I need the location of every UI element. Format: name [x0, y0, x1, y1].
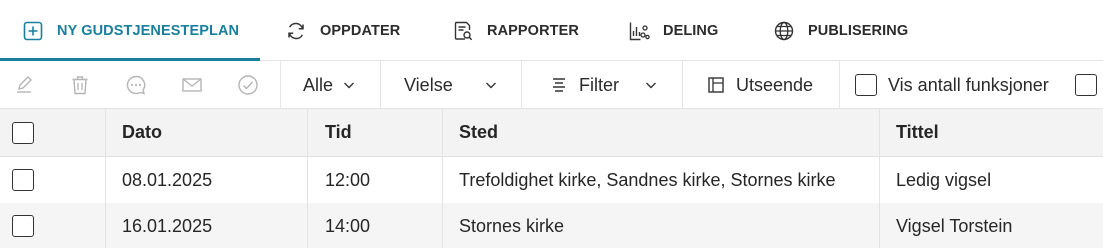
chevron-down-icon[interactable] — [343, 79, 355, 91]
column-header-sted[interactable]: Sted — [459, 109, 498, 156]
cell-tid: 12:00 — [325, 169, 371, 190]
divider — [380, 61, 381, 109]
divider — [280, 61, 281, 109]
show-count-checkbox[interactable] — [855, 74, 877, 96]
filter-label: Filter — [579, 74, 619, 95]
cell-tid: 14:00 — [325, 215, 371, 236]
comment-icon[interactable] — [124, 73, 148, 97]
layout-icon — [704, 73, 728, 97]
column-header-tid[interactable]: Tid — [325, 109, 352, 156]
filter-lines-icon — [547, 73, 571, 97]
column-divider — [105, 109, 106, 248]
table-header: Dato Tid Sted Tittel — [0, 109, 1103, 157]
chevron-down-icon[interactable] — [485, 79, 497, 91]
filter-button[interactable]: Filter — [579, 61, 619, 109]
column-divider — [879, 109, 880, 248]
cell-sted: Trefoldighet kirke, Sandnes kirke, Storn… — [459, 169, 836, 190]
tab-sharing[interactable]: DELING — [628, 0, 718, 61]
check-circle-icon[interactable] — [236, 73, 260, 97]
divider — [521, 61, 522, 109]
type-select-value: Vielse — [404, 74, 453, 95]
column-header-dato[interactable]: Dato — [122, 109, 162, 156]
top-tab-bar: NY GUDSTJENESTEPLAN OPPDATER RAPPORTER D… — [0, 0, 1103, 61]
delete-icon[interactable] — [68, 73, 92, 97]
tab-label: RAPPORTER — [487, 22, 579, 39]
tab-new-service-plan[interactable]: NY GUDSTJENESTEPLAN — [22, 0, 239, 61]
cell-tittel: Ledig vigsel — [896, 169, 992, 190]
tab-update[interactable]: OPPDATER — [285, 0, 400, 61]
table-row[interactable]: 16.01.2025 14:00 Stornes kirke Vigsel To… — [0, 203, 1103, 248]
toolbar: Alle Vielse Filter Utseende Vis antall f… — [0, 61, 1103, 109]
mail-icon[interactable] — [180, 73, 204, 97]
column-divider — [442, 109, 443, 248]
edit-icon[interactable] — [12, 73, 36, 97]
row-checkbox[interactable] — [12, 215, 34, 237]
row-select-cell — [12, 157, 34, 203]
show-count-toggle[interactable]: Vis antall funksjoner — [855, 61, 1049, 109]
select-all-checkbox[interactable] — [12, 121, 34, 144]
share-chart-icon — [628, 20, 650, 42]
cell-dato: 08.01.2025 — [122, 169, 213, 190]
tab-reports[interactable]: RAPPORTER — [452, 0, 579, 61]
report-search-icon — [452, 20, 474, 42]
cell-dato: 16.01.2025 — [122, 215, 213, 236]
appearance-label: Utseende — [736, 74, 814, 95]
tab-publishing[interactable]: PUBLISERING — [773, 0, 908, 61]
table-row[interactable]: 08.01.2025 12:00 Trefoldighet kirke, San… — [0, 157, 1103, 203]
appearance-button[interactable]: Utseende — [736, 61, 813, 109]
refresh-icon — [285, 20, 307, 42]
divider — [839, 61, 840, 109]
chevron-down-icon[interactable] — [645, 79, 657, 91]
plus-square-icon — [22, 20, 44, 42]
tab-label: DELING — [663, 22, 719, 39]
show-count-label: Vis antall funksjoner — [888, 74, 1049, 95]
extra-checkbox[interactable] — [1075, 74, 1097, 96]
column-divider — [307, 109, 308, 248]
tab-label: PUBLISERING — [808, 22, 909, 39]
scope-select-value: Alle — [303, 74, 334, 95]
row-select-cell — [12, 203, 34, 248]
divider — [682, 61, 683, 109]
tab-label: NY GUDSTJENESTEPLAN — [57, 22, 240, 39]
row-checkbox[interactable] — [12, 169, 34, 191]
tab-label: OPPDATER — [320, 22, 401, 39]
globe-icon — [773, 20, 795, 42]
cell-tittel: Vigsel Torstein — [896, 215, 1013, 236]
select-all-cell — [12, 109, 34, 156]
cell-sted: Stornes kirke — [459, 215, 565, 236]
column-header-tittel[interactable]: Tittel — [896, 109, 939, 156]
